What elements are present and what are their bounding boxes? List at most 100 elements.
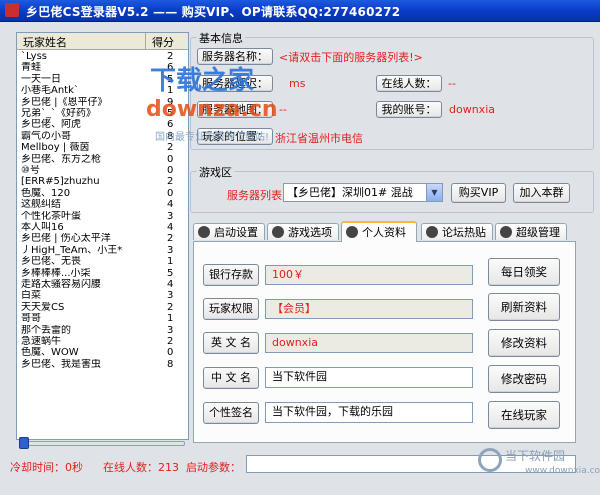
player-score: 2 [167,142,174,154]
bank-label[interactable]: 银行存款 [203,264,259,286]
chevron-down-icon[interactable]: ▼ [426,184,442,201]
player-row[interactable]: 走路太骚容易闪腰 4 [17,279,188,290]
online-count-label[interactable]: 在线人数： [376,75,442,92]
player-name: 乡巴佬、无畏 [21,256,81,268]
tab-bar: 启动设置 游戏选项 个人资料 论坛热贴 超级管理 [193,221,591,242]
watermark-corner-url: www.downxia.com [525,466,600,476]
daily-reward-button[interactable]: 每日领奖 [488,258,560,286]
player-row[interactable]: 哥哥 1 [17,313,188,324]
player-name: 兄弟`_`《好药》 [21,108,96,119]
player-name: 白菜 [21,290,41,302]
player-row[interactable]: 急速蜗牛 2 [17,336,188,347]
player-name: 乡巴佬 |《恩平仔》 [21,96,108,108]
player-name: 本人叫16 [21,222,64,233]
tab-admin[interactable]: 超级管理 [495,223,567,240]
player-list-header: 玩家姓名 得分 [17,33,188,50]
change-password-button[interactable]: 修改密码 [488,365,560,393]
tab-label: 超级管理 [516,226,560,239]
signature-label[interactable]: 个性签名 [203,402,259,424]
player-name: 乡巴佬、东方之枪 [21,153,101,165]
player-name: 色魔、WOW [21,347,79,359]
player-row[interactable]: 乡棒棒棒...小柒 5 [17,268,188,279]
player-row[interactable]: 那个丢雷的 3 [17,325,188,336]
tab-game-options[interactable]: 游戏选项 [267,223,339,240]
player-row[interactable]: 乡巴佬、东方之枪 0 [17,154,188,165]
soldier-icon [272,226,284,238]
rights-label[interactable]: 玩家权限 [203,298,259,320]
rights-field[interactable]: 【会员】 [265,299,473,319]
chinese-name-field[interactable]: 当下软件园 [265,367,473,388]
edit-profile-button[interactable]: 修改资料 [488,329,560,357]
slider-track [20,441,185,446]
player-name: 色魔、120 [21,187,71,199]
player-score: 2 [167,233,174,245]
soldier-icon [346,226,358,238]
game-area-legend: 游戏区 [197,164,234,180]
column-header-score[interactable]: 得分 [152,34,174,50]
buy-vip-button[interactable]: 购买VIP [451,183,506,203]
player-name: 乡巴佬、阿虎 [21,119,81,131]
player-row[interactable]: 色魔、120 0 [17,188,188,199]
player-score: 3 [167,244,174,256]
tab-launch-settings[interactable]: 启动设置 [193,223,265,240]
join-group-button[interactable]: 加入本群 [513,183,570,203]
watermark-url: downza.cn [146,97,278,122]
player-score: 4 [167,199,174,211]
player-score: 2 [167,336,174,347]
player-row[interactable]: 这舰纠结 4 [17,199,188,210]
chinese-name-label[interactable]: 中 文 名 [203,367,259,389]
player-score: 8 [167,358,174,370]
basic-info-legend: 基本信息 [197,30,245,46]
player-name: 一天一日 [21,73,61,85]
title-bar[interactable]: 乡巴佬CS登录器V5.2 —— 购买VIP、OP请联系QQ:277460272 [0,0,600,22]
player-name: 小巷毛Antk` [21,85,79,97]
server-name-value: <请双击下面的服务器列表!> [279,51,423,64]
tab-label: 论坛热贴 [442,226,486,239]
player-name: 乡巴佬 | 伤心太平洋 [21,233,111,245]
server-delay-value: ms [289,77,306,90]
start-params-label: 启动参数： [186,461,241,474]
online-players-button[interactable]: 在线玩家 [488,401,560,429]
watermark-corner-brand: 当下软件园 [505,449,566,463]
player-row[interactable]: 色魔、WOW 0 [17,347,188,358]
watermark-brand: 下载之家 [150,66,255,96]
player-row[interactable]: Mellboy | 薇茵 2 [17,142,188,153]
player-row[interactable]: 个性化茶叶蛋 3 [17,211,188,222]
tab-forum[interactable]: 论坛热贴 [421,223,493,240]
soldier-icon [198,226,210,238]
server-select-value: 【乡巴佬】深圳01# 混战 [287,186,413,199]
player-row[interactable]: ⑩号 0 [17,165,188,176]
soldier-icon [426,226,438,238]
slider-thumb[interactable] [19,437,29,449]
player-row[interactable]: 天天爱CS 2 [17,302,188,313]
player-score: 3 [167,324,174,336]
english-name-label[interactable]: 英 文 名 [203,332,259,354]
player-row[interactable]: [ERR#5]zhuzhu 2 [17,176,188,187]
tab-profile[interactable]: 个人资料 [341,221,417,242]
cooldown-status: 冷却时间：0秒 [10,461,83,474]
window-title: 乡巴佬CS登录器V5.2 —— 购买VIP、OP请联系QQ:277460272 [26,5,401,19]
player-row[interactable]: 丿HigH_TeAm、小王* 3 [17,245,188,256]
player-row[interactable]: 乡巴佬、我是害虫 8 [17,359,188,370]
tab-label: 个人资料 [362,226,406,239]
server-select[interactable]: 【乡巴佬】深圳01# 混战 ▼ [283,183,443,202]
refresh-profile-button[interactable]: 刷新资料 [488,293,560,321]
server-map-value: -- [279,103,287,116]
app-icon [5,3,19,17]
list-slider[interactable] [16,437,187,449]
bank-field[interactable]: 100￥ [265,265,473,285]
player-row[interactable]: 白菜 3 [17,290,188,301]
player-score: 4 [167,222,174,233]
signature-field[interactable]: 当下软件园，下载的乐园 [265,402,473,423]
my-account-label[interactable]: 我的账号： [376,101,442,118]
player-name: 哥哥 [21,313,41,325]
player-name: 丿HigH_TeAm、小王* [21,244,123,256]
english-name-field[interactable]: downxia [265,333,473,353]
player-row[interactable]: 本人叫16 4 [17,222,188,233]
column-header-name[interactable]: 玩家姓名 [23,34,67,50]
player-score: 0 [167,153,174,165]
my-account-value: downxia [449,103,495,116]
online-count-value: -- [448,77,456,90]
player-row[interactable]: 乡巴佬、无畏 1 [17,256,188,267]
player-row[interactable]: 乡巴佬 | 伤心太平洋 2 [17,233,188,244]
